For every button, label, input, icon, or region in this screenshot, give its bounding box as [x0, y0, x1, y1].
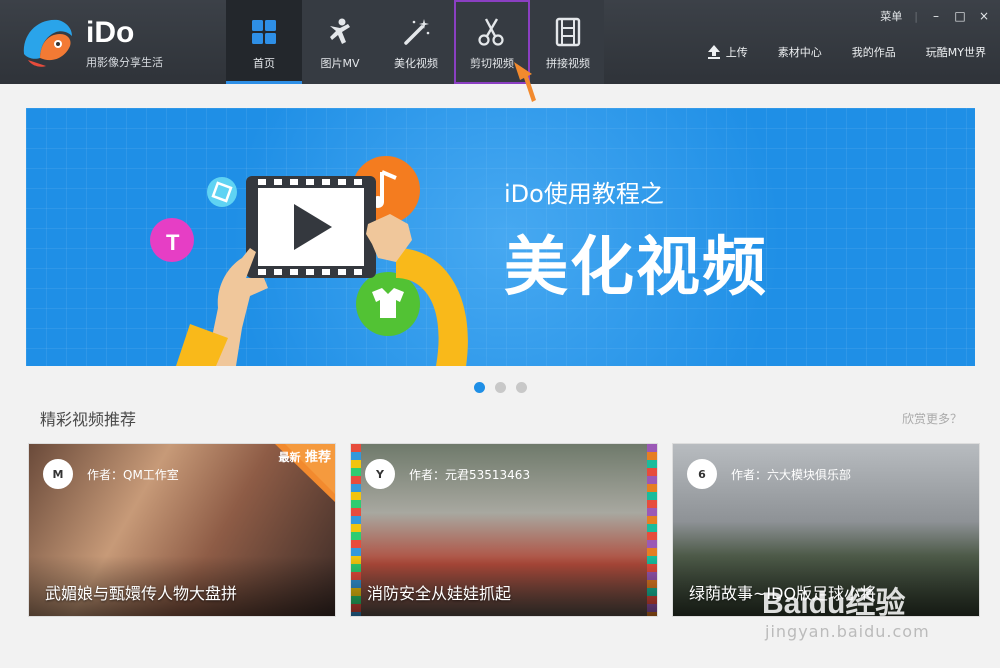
- svg-text:T: T: [166, 230, 180, 255]
- nav-label: 图片MV: [320, 57, 360, 70]
- baidu-watermark-logo: Baidu经验: [762, 587, 906, 620]
- author-name: 作者：元君53513463: [409, 467, 531, 482]
- carousel-dot-2[interactable]: [495, 382, 506, 393]
- card-author: 6 作者：六大模块俱乐部: [687, 459, 851, 489]
- dancer-icon: [330, 18, 350, 44]
- app-slogan: 用影像分享生活: [86, 56, 163, 69]
- nav-label: 美化视频: [394, 57, 438, 70]
- video-title: 消防安全从娃娃抓起: [367, 584, 512, 603]
- hero-banner[interactable]: T iDo使用教程之 美化视频: [26, 108, 975, 366]
- author-name: 作者：QM工作室: [87, 467, 179, 482]
- nav-join-video[interactable]: 拼接视频: [530, 0, 606, 84]
- video-title: 武媚娘与甄嬛传人物大盘拼: [45, 584, 238, 603]
- more-link[interactable]: 欣赏更多？: [902, 410, 962, 427]
- material-center-link[interactable]: 素材中心: [778, 44, 822, 60]
- avatar: 6: [687, 459, 717, 489]
- window-controls: 菜单 | – □ ×: [880, 8, 990, 24]
- film-strip-icon: [555, 17, 581, 47]
- nav-label: 拼接视频: [546, 57, 590, 70]
- avatar: M: [43, 459, 73, 489]
- video-card-1[interactable]: 最新 推荐 M 作者：QM工作室 武媚娘与甄嬛传人物大盘拼: [28, 443, 336, 617]
- video-card-2[interactable]: Y 作者：元君53513463 消防安全从娃娃抓起: [350, 443, 658, 617]
- maximize-icon[interactable]: □: [954, 9, 966, 23]
- badge-text: 最新 推荐: [278, 450, 331, 465]
- home-grid-icon: [252, 20, 276, 44]
- baidu-watermark-url: jingyan.baidu.com: [765, 622, 930, 641]
- ido-logo-icon: [23, 19, 72, 67]
- carousel-dots: [474, 382, 527, 393]
- nav-beautify-video[interactable]: 美化视频: [378, 0, 454, 84]
- banner-subtitle: iDo使用教程之: [504, 180, 664, 208]
- upload-link[interactable]: 上传: [706, 44, 748, 60]
- upload-label: 上传: [725, 46, 748, 59]
- nav-photo-mv[interactable]: 图片MV: [302, 0, 378, 84]
- badge-new: 最新: [278, 451, 301, 464]
- card-author: M 作者：QM工作室: [43, 459, 179, 489]
- author-name: 作者：六大模块俱乐部: [731, 467, 852, 482]
- top-bar: iDo 用影像分享生活 首页 图片MV 美化视频 剪切视频 拼接视频 菜单 | …: [0, 0, 1000, 84]
- app-brand: iDo: [86, 16, 135, 49]
- carousel-dot-1[interactable]: [474, 382, 485, 393]
- section-title: 精彩视频推荐: [40, 410, 137, 429]
- carousel-dot-3[interactable]: [516, 382, 527, 393]
- main-nav: 首页 图片MV 美化视频 剪切视频 拼接视频: [226, 0, 606, 84]
- magic-wand-icon: [404, 19, 430, 45]
- nav-label: 首页: [253, 57, 275, 70]
- my-world-link[interactable]: 玩酷MY世界: [926, 44, 986, 60]
- card-author: Y 作者：元君53513463: [365, 459, 530, 489]
- close-icon[interactable]: ×: [978, 9, 990, 23]
- divider: |: [914, 9, 918, 23]
- banner-title: 美化视频: [504, 231, 768, 305]
- annotation-arrow-icon: [514, 62, 536, 102]
- banner-illustration: T: [150, 156, 468, 366]
- scissors-icon: [478, 18, 504, 46]
- upload-icon: [707, 45, 720, 59]
- minimize-icon[interactable]: –: [930, 9, 942, 23]
- avatar: Y: [365, 459, 395, 489]
- top-right-links: 上传 素材中心 我的作品 玩酷MY世界: [706, 44, 986, 60]
- my-works-link[interactable]: 我的作品: [852, 44, 896, 60]
- badge-recommend: 推荐: [304, 450, 331, 465]
- menu-button[interactable]: 菜单: [880, 8, 902, 24]
- nav-home[interactable]: 首页: [226, 0, 302, 84]
